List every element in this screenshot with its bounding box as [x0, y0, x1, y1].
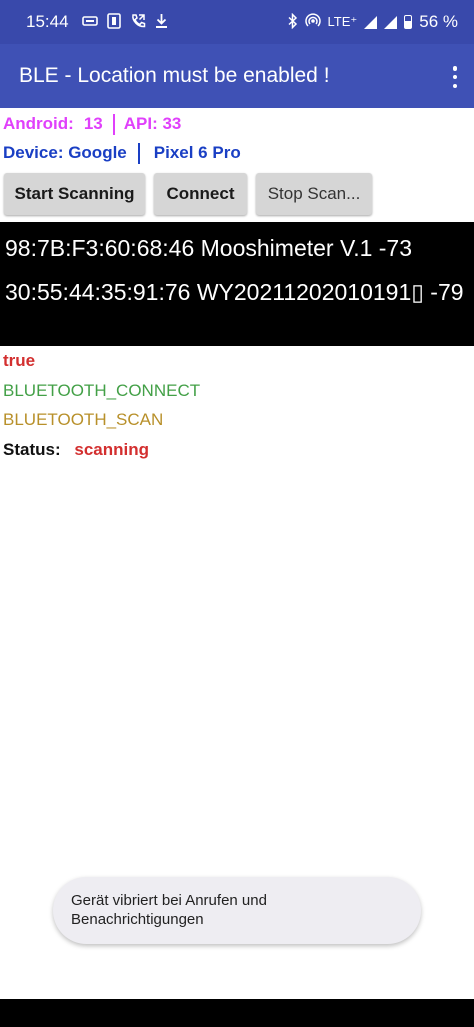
app-bar: BLE - Location must be enabled ! — [0, 44, 474, 108]
call-forward-icon — [130, 13, 146, 31]
battery-icon — [404, 15, 413, 29]
device-info-row: Device: Google Pixel 6 Pro — [3, 141, 241, 165]
status-label: Status: — [3, 440, 61, 459]
navigation-bar — [0, 999, 474, 1027]
status-bar: 15:44 LTE⁺ 56 % — [0, 0, 474, 44]
hotspot-icon — [304, 13, 321, 31]
status-right: LTE⁺ 56 % — [287, 12, 458, 32]
nfc-icon — [106, 13, 121, 31]
permission-scan: BLUETOOTH_SCAN — [3, 410, 164, 429]
app-title: BLE - Location must be enabled ! — [19, 64, 330, 87]
list-item[interactable]: 30:55:44:35:91:76 WY20211202010191▯ -79 — [5, 277, 474, 307]
status-time: 15:44 — [26, 12, 69, 31]
separator — [112, 113, 115, 135]
start-scanning-button[interactable]: Start Scanning — [4, 173, 145, 215]
signal-icon-2 — [384, 15, 398, 29]
separator — [137, 142, 140, 164]
permission-connect: BLUETOOTH_CONNECT — [3, 381, 201, 400]
toast-line-1: Gerät vibriert bei Anrufen und — [71, 892, 267, 909]
signal-icon — [364, 15, 378, 29]
status-left: 15:44 — [26, 12, 168, 32]
status-value: scanning — [74, 440, 149, 459]
android-info-row: Android: 13 API: 33 — [3, 112, 181, 136]
device-list: 98:7B:F3:60:68:46 Mooshimeter V.1 -73 30… — [0, 222, 474, 346]
screen: 15:44 LTE⁺ 56 % BLE - Location must be e… — [0, 0, 474, 1027]
toast-message: Gerät vibriert bei Anrufen und Benachric… — [53, 877, 421, 944]
location-enabled-value: true — [3, 351, 36, 370]
download-icon — [155, 13, 168, 31]
overflow-menu-icon[interactable] — [452, 66, 458, 88]
connect-button[interactable]: Connect — [154, 173, 247, 215]
debug-icon — [81, 15, 98, 29]
lte-indicator: LTE⁺ — [327, 14, 358, 29]
android-label: Android: — [3, 114, 74, 133]
device-model: Pixel 6 Pro — [153, 143, 241, 162]
toast-line-2: Benachrichtigungen — [71, 911, 204, 928]
android-version: 13 — [83, 114, 103, 133]
list-item[interactable]: 98:7B:F3:60:68:46 Mooshimeter V.1 -73 — [5, 233, 474, 263]
battery-percent: 56 % — [419, 12, 458, 31]
status-row: Status: scanning — [3, 440, 149, 460]
api-label: API: 33 — [123, 114, 182, 133]
stop-scan-button[interactable]: Stop Scan... — [256, 173, 372, 215]
device-label: Device: Google — [3, 143, 127, 162]
bluetooth-icon — [287, 12, 298, 31]
